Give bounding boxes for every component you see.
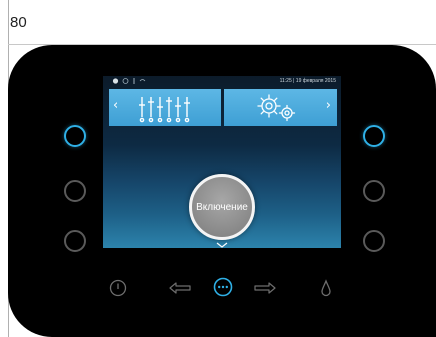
chevron-right-icon[interactable]: › bbox=[326, 99, 331, 113]
equalizer-icon bbox=[139, 97, 190, 123]
chevron-down-icon[interactable] bbox=[216, 242, 228, 248]
right-button-top[interactable] bbox=[363, 125, 385, 147]
thermometer-icon bbox=[132, 78, 136, 86]
gears-icon bbox=[257, 94, 296, 122]
chevron-left-icon[interactable]: ‹ bbox=[113, 99, 118, 113]
status-icons bbox=[112, 78, 146, 86]
power-on-label: Включение bbox=[196, 201, 248, 213]
drop-icon[interactable] bbox=[320, 279, 332, 297]
right-button-bottom[interactable] bbox=[363, 230, 385, 252]
left-button-middle[interactable] bbox=[64, 180, 86, 202]
status-bar: 11:25 | 19 февраля 2015 bbox=[103, 76, 341, 87]
status-time: 11:25 | 19 февраля 2015 bbox=[279, 78, 336, 84]
lock-icon bbox=[112, 78, 119, 86]
right-button-middle[interactable] bbox=[363, 180, 385, 202]
control-panel-device: 11:25 | 19 февраля 2015 ‹ › Включение bbox=[8, 45, 436, 337]
tile-settings[interactable]: › bbox=[224, 89, 337, 126]
tile-equalizer[interactable]: ‹ bbox=[109, 89, 221, 126]
clock-icon bbox=[122, 78, 129, 86]
arrow-left-icon[interactable] bbox=[169, 282, 191, 294]
wifi-icon bbox=[139, 78, 146, 86]
menu-dots-icon[interactable] bbox=[213, 277, 233, 297]
left-button-bottom[interactable] bbox=[64, 230, 86, 252]
page-label: 80 bbox=[10, 14, 27, 31]
power-icon[interactable] bbox=[109, 279, 127, 297]
touch-screen: 11:25 | 19 февраля 2015 ‹ › Включение bbox=[103, 76, 341, 248]
arrow-right-icon[interactable] bbox=[254, 282, 276, 294]
power-on-button[interactable]: Включение bbox=[189, 174, 255, 240]
left-button-top[interactable] bbox=[64, 125, 86, 147]
